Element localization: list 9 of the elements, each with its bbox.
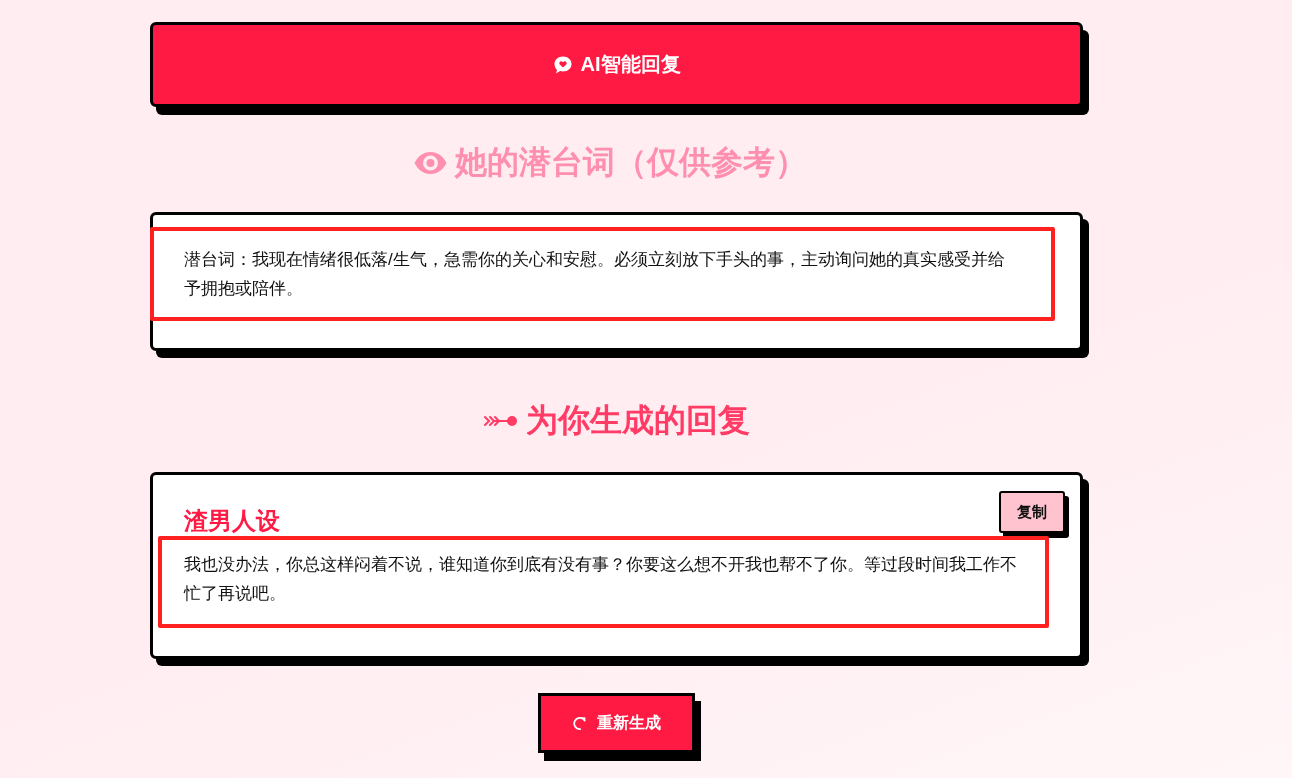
chat-heart-icon — [552, 54, 573, 75]
reply-text: 我也没办法，你总这样闷着不说，谁知道你到底有没有事？你要这么想不开我也帮不了你。等过段时间我工作不忙了再说吧。 — [184, 554, 1018, 605]
section-heading: 她的潜台词（仅供参考） — [455, 143, 807, 182]
arrow-icon — [483, 414, 518, 428]
section-heading: 为你生成的回复 — [525, 401, 750, 440]
eye-icon — [414, 152, 447, 174]
persona-title: 渣男人设 — [184, 507, 280, 536]
subtext-text: 潜台词：我现在情绪很低落/生气，急需你的关心和安慰。必须立刻放下手头的事，主动询问她的真实感受并给予拥抱或陪伴。 — [184, 249, 1006, 300]
refresh-icon — [572, 715, 587, 731]
